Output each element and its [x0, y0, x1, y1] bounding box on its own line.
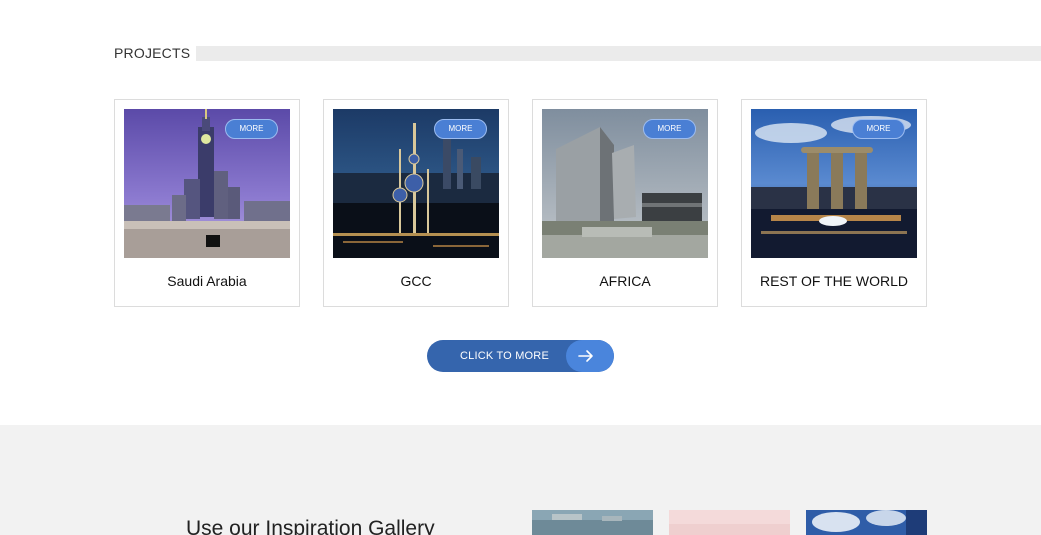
- inspiration-gallery-section: Use our Inspiration Gallery: [0, 425, 1041, 535]
- gallery-thumb-coastal[interactable]: [532, 510, 653, 535]
- projects-header: PROJECTS: [114, 44, 1041, 64]
- card-label[interactable]: Saudi Arabia: [115, 273, 299, 289]
- gallery-heading: Use our Inspiration Gallery: [186, 517, 435, 535]
- project-cards: MORE Saudi Arabia MORE GCC MORE AFRICA M…: [114, 99, 927, 307]
- more-button[interactable]: MORE: [643, 119, 696, 139]
- gallery-thumb-sky[interactable]: [806, 510, 927, 535]
- blue-sky-building-photo: [806, 510, 927, 535]
- project-image-gcc[interactable]: MORE: [333, 109, 499, 258]
- coastal-city-photo: [532, 510, 653, 535]
- project-card-africa[interactable]: MORE AFRICA: [532, 99, 718, 307]
- card-label[interactable]: GCC: [324, 273, 508, 289]
- project-card-gcc[interactable]: MORE GCC: [323, 99, 509, 307]
- pink-interior-photo: [669, 510, 790, 535]
- more-button[interactable]: MORE: [852, 119, 905, 139]
- more-button[interactable]: MORE: [434, 119, 487, 139]
- click-to-more-button[interactable]: CLICK TO MORE: [427, 340, 614, 372]
- project-image-africa[interactable]: MORE: [542, 109, 708, 258]
- arrow-right-icon: [566, 340, 614, 372]
- project-card-saudi-arabia[interactable]: MORE Saudi Arabia: [114, 99, 300, 307]
- card-label[interactable]: AFRICA: [533, 273, 717, 289]
- cta-label: CLICK TO MORE: [460, 350, 549, 362]
- gallery-thumb-interior[interactable]: [669, 510, 790, 535]
- project-image-saudi-arabia[interactable]: MORE: [124, 109, 290, 258]
- project-image-rest-of-the-world[interactable]: MORE: [751, 109, 917, 258]
- section-divider: [196, 46, 1041, 61]
- more-button[interactable]: MORE: [225, 119, 278, 139]
- section-title: PROJECTS: [114, 45, 191, 61]
- card-label[interactable]: REST OF THE WORLD: [742, 273, 926, 289]
- project-card-rest-of-the-world[interactable]: MORE REST OF THE WORLD: [741, 99, 927, 307]
